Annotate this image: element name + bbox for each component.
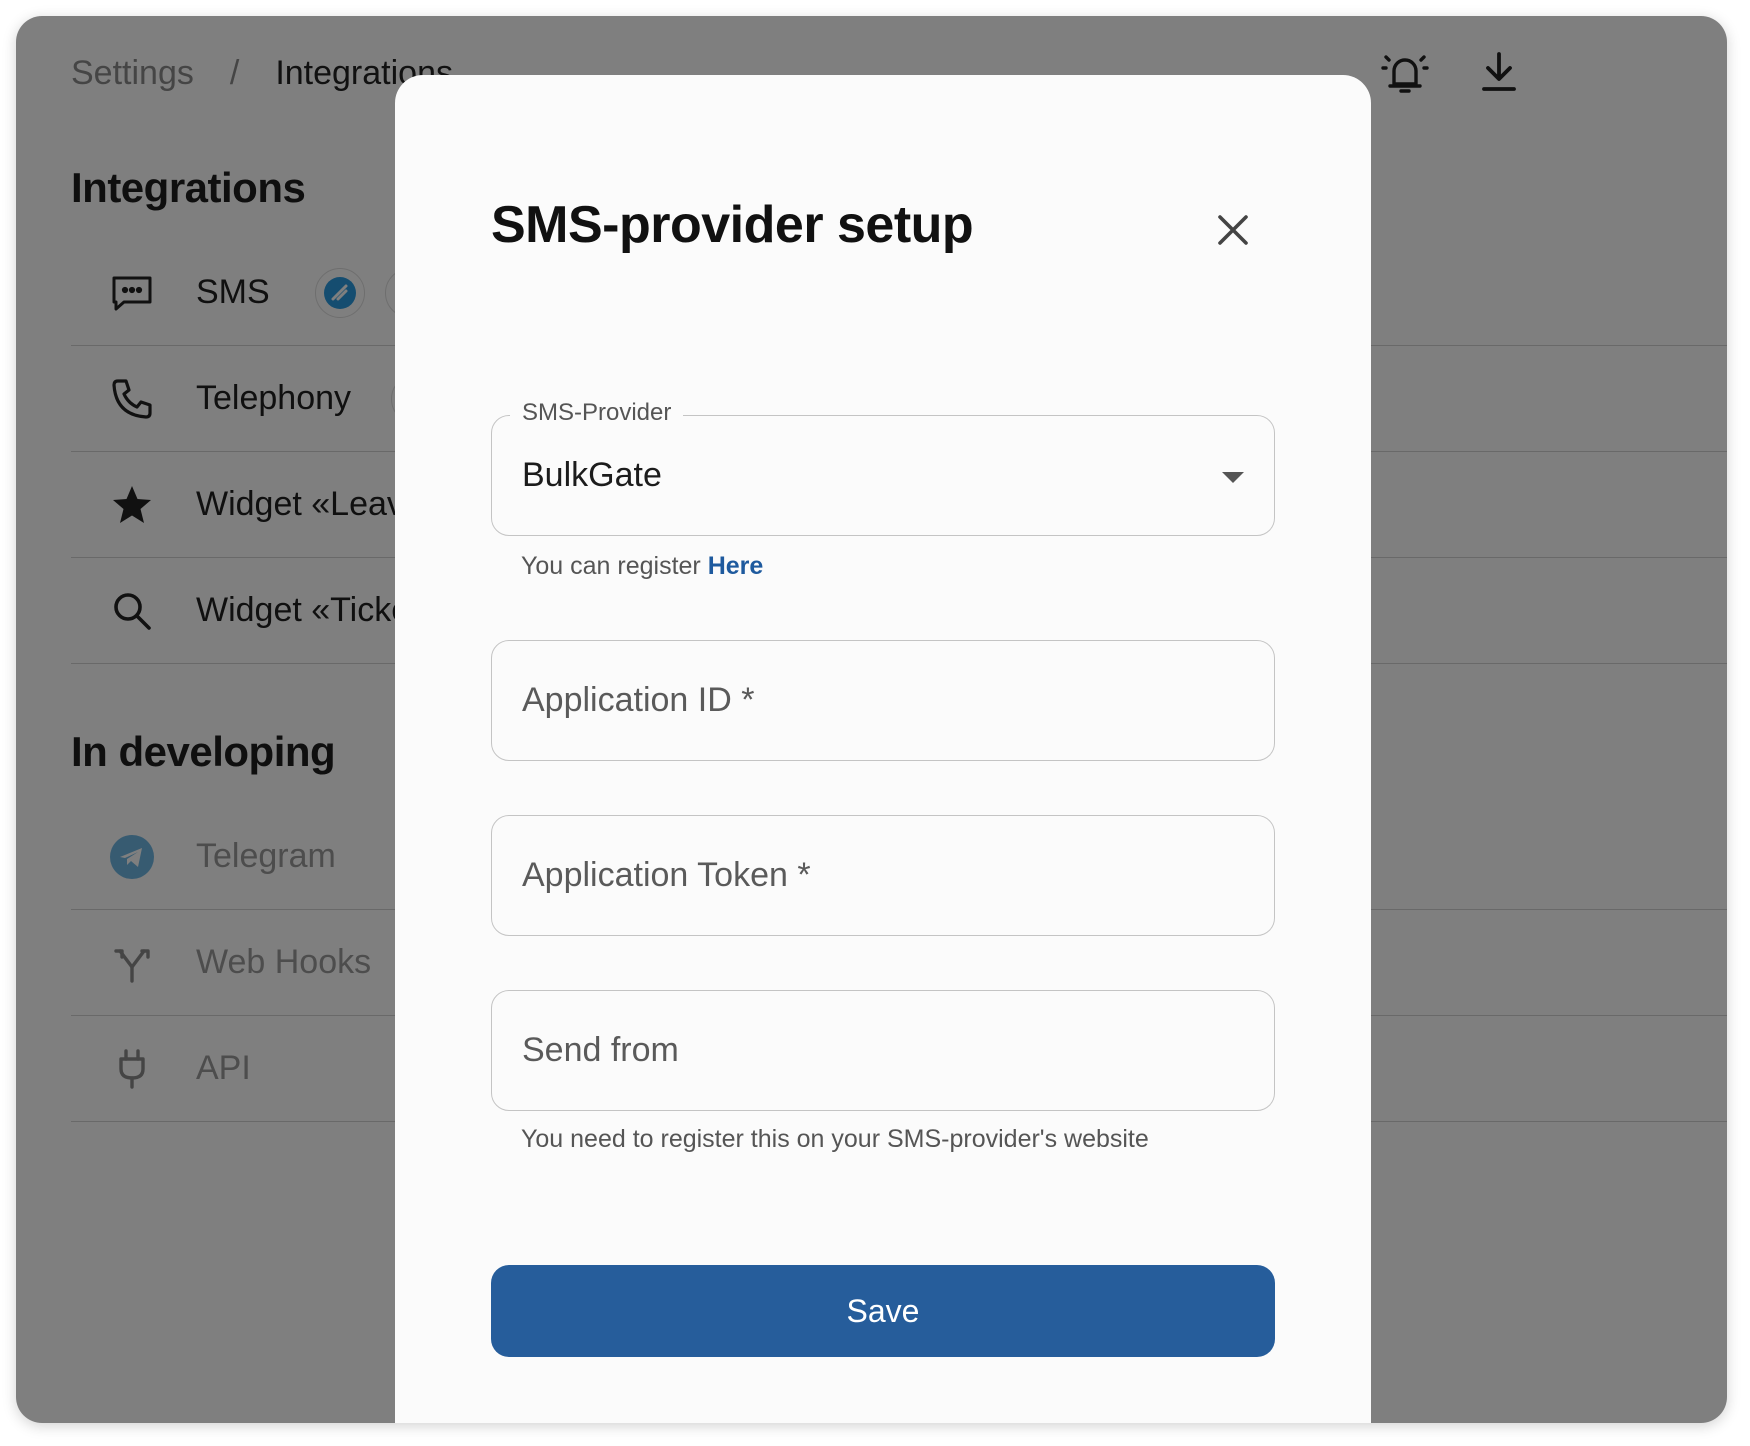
send-from-field[interactable] — [491, 990, 1275, 1111]
sms-provider-setup-dialog: SMS-provider setup SMS-Provider BulkGate… — [395, 75, 1371, 1423]
app-window: Settings / Integrations Integrations — [16, 16, 1727, 1423]
close-icon — [1218, 215, 1248, 245]
sms-provider-select[interactable]: SMS-Provider BulkGate — [491, 399, 1275, 536]
send-from-helper: You need to register this on your SMS-pr… — [521, 1125, 1149, 1153]
send-from-input[interactable] — [522, 991, 1212, 1110]
dialog-title: SMS-provider setup — [491, 196, 974, 254]
register-here-link[interactable]: Here — [708, 552, 764, 580]
close-button[interactable] — [1208, 205, 1258, 255]
application-id-input[interactable] — [522, 641, 1212, 760]
application-token-input[interactable] — [522, 816, 1212, 935]
register-text: You can register — [521, 552, 701, 580]
register-helper: You can register Here — [521, 552, 763, 581]
save-button[interactable]: Save — [491, 1265, 1275, 1357]
application-id-field[interactable] — [491, 640, 1275, 761]
sms-provider-value: BulkGate — [522, 456, 662, 494]
chevron-down-icon — [1222, 472, 1244, 483]
application-token-field[interactable] — [491, 815, 1275, 936]
